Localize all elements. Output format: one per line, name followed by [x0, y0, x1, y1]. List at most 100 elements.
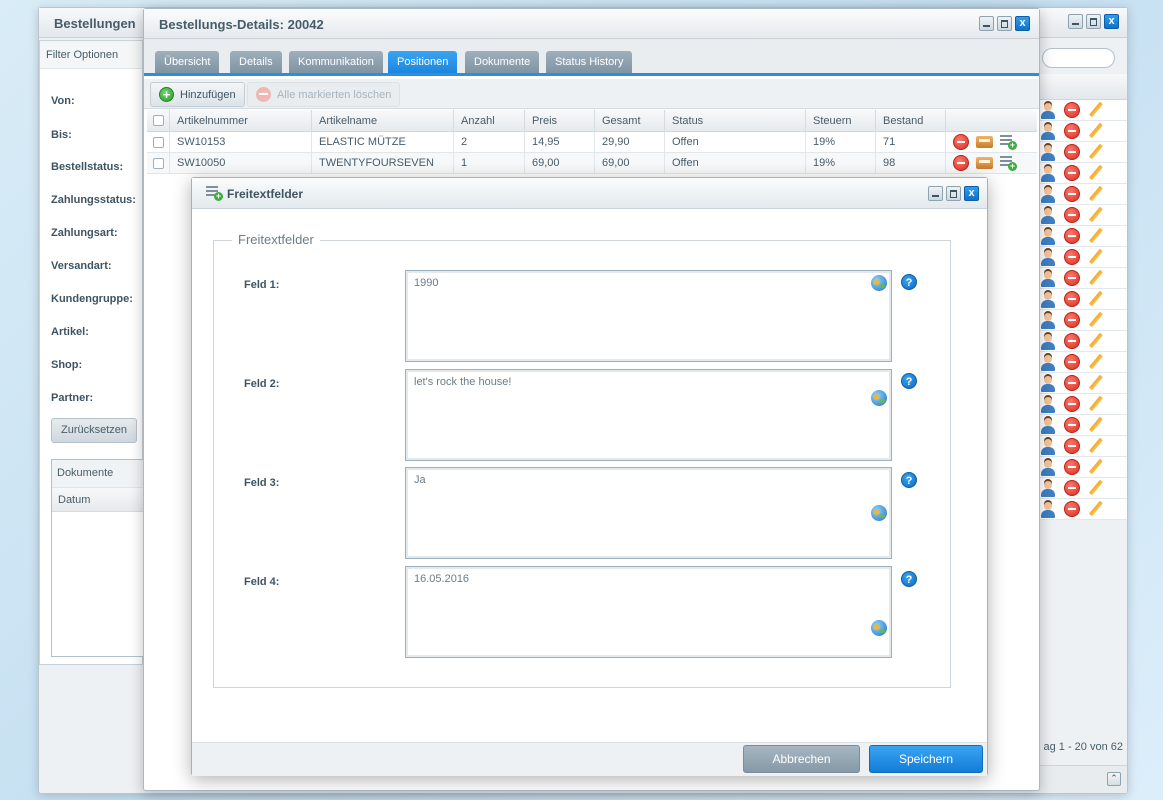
- help-icon[interactable]: ?: [901, 571, 917, 587]
- delete-icon[interactable]: [1064, 102, 1080, 118]
- pencil-icon[interactable]: [1088, 459, 1104, 475]
- table-row[interactable]: [1039, 163, 1127, 184]
- pencil-icon[interactable]: [1088, 333, 1104, 349]
- delete-icon[interactable]: [953, 134, 969, 150]
- pencil-icon[interactable]: [1088, 438, 1104, 454]
- documents-column-datum[interactable]: Datum: [52, 488, 143, 512]
- user-icon[interactable]: [1040, 501, 1056, 518]
- delete-icon[interactable]: [1064, 480, 1080, 496]
- delete-icon[interactable]: [1064, 333, 1080, 349]
- pencil-icon[interactable]: [1088, 186, 1104, 202]
- user-icon[interactable]: [1040, 417, 1056, 434]
- delete-icon[interactable]: [1064, 312, 1080, 328]
- user-icon[interactable]: [1040, 249, 1056, 266]
- freitext-add-icon[interactable]: [1000, 134, 1017, 150]
- delete-icon[interactable]: [1064, 396, 1080, 412]
- delete-icon[interactable]: [1064, 144, 1080, 160]
- delete-icon[interactable]: [1064, 123, 1080, 139]
- user-icon[interactable]: [1040, 165, 1056, 182]
- table-row[interactable]: SW10153 ELASTIC MÜTZE 2 14,95 29,90 Offe…: [147, 132, 1037, 153]
- maximize-icon[interactable]: [946, 186, 961, 201]
- row-checkbox[interactable]: [153, 158, 164, 169]
- pencil-icon[interactable]: [1088, 144, 1104, 160]
- column-header[interactable]: Status: [665, 110, 806, 131]
- user-icon[interactable]: [1040, 459, 1056, 476]
- delete-icon[interactable]: [1064, 186, 1080, 202]
- tab-status-history[interactable]: Status History: [546, 51, 633, 73]
- column-header[interactable]: Preis: [525, 110, 595, 131]
- pencil-icon[interactable]: [1088, 480, 1104, 496]
- close-icon[interactable]: x: [964, 186, 979, 201]
- delete-icon[interactable]: [953, 155, 969, 171]
- tab-dokumente[interactable]: Dokumente: [465, 51, 540, 73]
- close-icon[interactable]: x: [1015, 16, 1030, 31]
- table-row[interactable]: [1039, 184, 1127, 205]
- delete-icon[interactable]: [1064, 375, 1080, 391]
- pencil-icon[interactable]: [1088, 249, 1104, 265]
- table-row[interactable]: [1039, 457, 1127, 478]
- close-icon[interactable]: x: [1104, 14, 1119, 29]
- pencil-icon[interactable]: [1088, 312, 1104, 328]
- user-icon[interactable]: [1040, 207, 1056, 224]
- feld-3-textarea[interactable]: Ja: [405, 467, 892, 559]
- user-icon[interactable]: [1040, 396, 1056, 413]
- user-icon[interactable]: [1040, 354, 1056, 371]
- feld-1-textarea[interactable]: 1990: [405, 270, 892, 362]
- pencil-icon[interactable]: [1088, 165, 1104, 181]
- delete-icon[interactable]: [1064, 291, 1080, 307]
- pencil-icon[interactable]: [1088, 207, 1104, 223]
- pencil-icon[interactable]: [1088, 123, 1104, 139]
- delete-icon[interactable]: [1064, 459, 1080, 475]
- delete-icon[interactable]: [1064, 228, 1080, 244]
- user-icon[interactable]: [1040, 312, 1056, 329]
- delete-icon[interactable]: [1064, 417, 1080, 433]
- pencil-icon[interactable]: [1088, 102, 1104, 118]
- column-header[interactable]: Bestand: [876, 110, 946, 131]
- add-position-button[interactable]: + Hinzufügen: [150, 82, 245, 107]
- table-row[interactable]: [1039, 478, 1127, 499]
- delete-icon[interactable]: [1064, 354, 1080, 370]
- tab-positionen[interactable]: Positionen: [388, 51, 458, 73]
- table-row[interactable]: [1039, 268, 1127, 289]
- table-row[interactable]: [1039, 331, 1127, 352]
- tab-kommunikation[interactable]: Kommunikation: [289, 51, 383, 73]
- maximize-icon[interactable]: [997, 16, 1012, 31]
- collapse-up-icon[interactable]: ⌃: [1107, 772, 1121, 786]
- table-row[interactable]: SW10050 TWENTYFOURSEVEN 1 69,00 69,00 Of…: [147, 153, 1037, 174]
- table-row[interactable]: [1039, 310, 1127, 331]
- freitext-add-icon[interactable]: [1000, 155, 1017, 171]
- inventory-box-icon[interactable]: [976, 157, 993, 169]
- pencil-icon[interactable]: [1088, 228, 1104, 244]
- table-row[interactable]: [1039, 499, 1127, 520]
- column-header[interactable]: Gesamt: [595, 110, 665, 131]
- tab-uebersicht[interactable]: Übersicht: [155, 51, 220, 73]
- minimize-icon[interactable]: [979, 16, 994, 31]
- maximize-icon[interactable]: [1086, 14, 1101, 29]
- help-icon[interactable]: ?: [901, 373, 917, 389]
- select-all-checkbox[interactable]: [153, 115, 164, 126]
- user-icon[interactable]: [1040, 102, 1056, 119]
- pencil-icon[interactable]: [1088, 354, 1104, 370]
- pencil-icon[interactable]: [1088, 375, 1104, 391]
- cancel-button[interactable]: Abbrechen: [743, 745, 860, 773]
- globe-icon[interactable]: [871, 390, 887, 406]
- user-icon[interactable]: [1040, 375, 1056, 392]
- globe-icon[interactable]: [871, 275, 887, 291]
- table-row[interactable]: [1039, 142, 1127, 163]
- table-row[interactable]: [1039, 226, 1127, 247]
- table-row[interactable]: [1039, 247, 1127, 268]
- pencil-icon[interactable]: [1088, 501, 1104, 517]
- table-row[interactable]: [1039, 205, 1127, 226]
- delete-icon[interactable]: [1064, 501, 1080, 517]
- help-icon[interactable]: ?: [901, 472, 917, 488]
- table-row[interactable]: [1039, 289, 1127, 310]
- table-row[interactable]: [1039, 100, 1127, 121]
- column-header[interactable]: Steuern: [806, 110, 876, 131]
- minimize-icon[interactable]: [1068, 14, 1083, 29]
- table-row[interactable]: [1039, 394, 1127, 415]
- user-icon[interactable]: [1040, 438, 1056, 455]
- pencil-icon[interactable]: [1088, 270, 1104, 286]
- user-icon[interactable]: [1040, 270, 1056, 287]
- user-icon[interactable]: [1040, 186, 1056, 203]
- user-icon[interactable]: [1040, 228, 1056, 245]
